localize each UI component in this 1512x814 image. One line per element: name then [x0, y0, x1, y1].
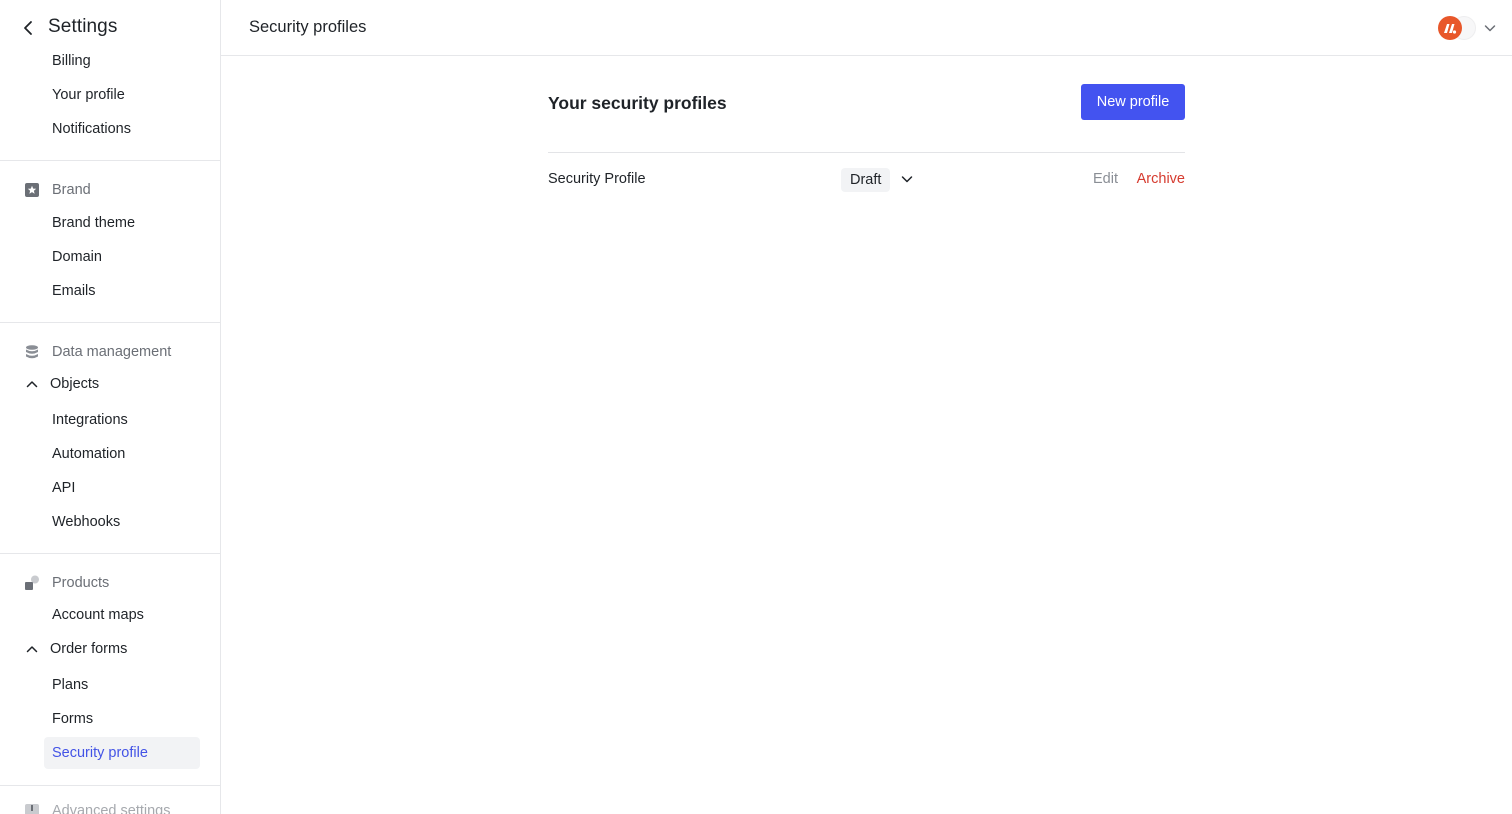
sidebar-item-your-profile[interactable]: Your profile: [52, 84, 125, 106]
sidebar-title: Settings: [48, 16, 118, 37]
edit-button[interactable]: Edit: [1093, 171, 1118, 187]
sidebar-item-notifications[interactable]: Notifications: [52, 118, 131, 140]
sidebar-collapse-objects[interactable]: Objects: [26, 373, 99, 395]
chevron-left-icon: [24, 21, 32, 35]
sidebar-group-advanced-settings: Advanced settings: [24, 800, 171, 814]
sidebar-group-products: Products: [24, 572, 109, 594]
sidebar-item-emails[interactable]: Emails: [52, 280, 96, 302]
settings-icon: [24, 803, 40, 814]
account-switcher[interactable]: [1438, 16, 1496, 40]
sidebar-item-integrations[interactable]: Integrations: [52, 409, 128, 431]
sidebar-divider: [0, 553, 220, 554]
page-title: Security profiles: [249, 18, 367, 36]
sidebar-header: Settings: [0, 0, 220, 56]
new-profile-button[interactable]: New profile: [1081, 84, 1185, 120]
sidebar-group-label: Brand: [52, 182, 91, 198]
sidebar-divider: [0, 160, 220, 161]
status-dropdown[interactable]: [900, 172, 914, 186]
sidebar-item-brand-theme[interactable]: Brand theme: [52, 212, 135, 234]
profile-name: Security Profile: [548, 171, 646, 187]
back-button[interactable]: [18, 18, 38, 38]
products-icon: [24, 575, 40, 591]
archive-button[interactable]: Archive: [1137, 171, 1185, 187]
sidebar-item-automation[interactable]: Automation: [52, 443, 125, 465]
settings-sidebar: Settings Billing Your profile Notificati…: [0, 0, 221, 814]
sidebar-item-forms[interactable]: Forms: [52, 708, 93, 730]
chevron-up-icon: [26, 381, 38, 388]
sidebar-item-label: Security profile: [52, 745, 148, 761]
chevron-down-icon: [1484, 25, 1496, 32]
list-divider: [548, 152, 1185, 153]
sidebar-item-api[interactable]: API: [52, 477, 75, 499]
status-badge: Draft: [841, 168, 891, 192]
sidebar-collapse-order-forms[interactable]: Order forms: [26, 638, 127, 660]
sidebar-group-data-management: Data management: [24, 341, 171, 363]
sidebar-collapse-label: Order forms: [50, 641, 128, 657]
star-icon: [24, 182, 40, 198]
brand-logo-icon: [1438, 16, 1462, 40]
sidebar-item-billing[interactable]: Billing: [52, 50, 91, 72]
sidebar-item-account-maps[interactable]: Account maps: [52, 604, 144, 626]
sidebar-divider: [0, 785, 220, 786]
chevron-down-icon: [901, 176, 913, 183]
sidebar-item-plans[interactable]: Plans: [52, 674, 88, 696]
sidebar-group-label: Advanced settings: [52, 803, 171, 814]
top-bar: Security profiles: [221, 0, 1512, 56]
sidebar-item-webhooks[interactable]: Webhooks: [52, 511, 120, 533]
sidebar-group-label: Products: [52, 575, 110, 591]
sidebar-collapse-label: Objects: [50, 376, 100, 392]
sidebar-item-domain[interactable]: Domain: [52, 246, 102, 268]
section-heading: Your security profiles: [548, 93, 727, 113]
sidebar-divider: [0, 322, 220, 323]
sidebar-group-brand: Brand: [24, 179, 91, 201]
chevron-up-icon: [26, 646, 38, 653]
database-icon: [24, 344, 40, 360]
sidebar-group-label: Data management: [52, 344, 172, 360]
